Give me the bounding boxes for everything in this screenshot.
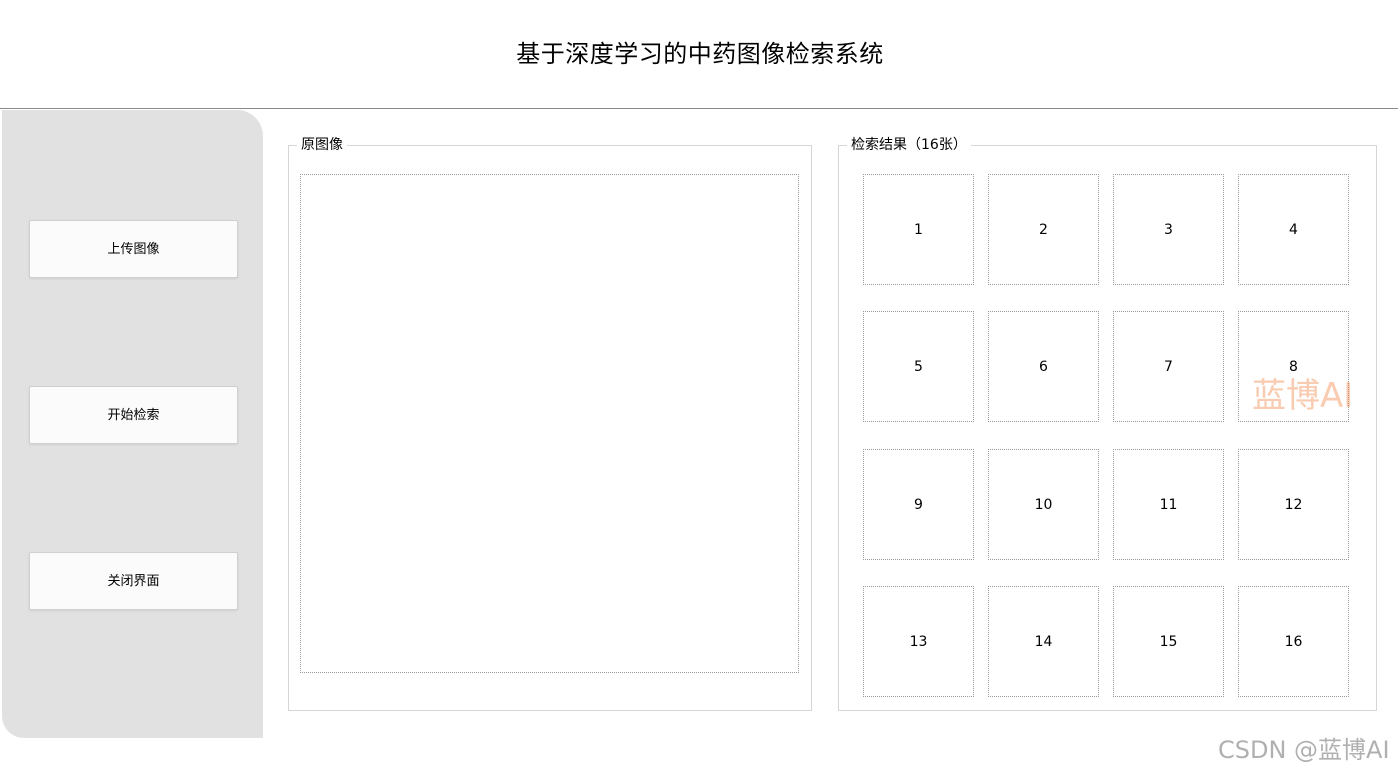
result-thumbnail-15[interactable]: 15 (1113, 586, 1224, 697)
result-thumbnail-10[interactable]: 10 (988, 449, 1099, 560)
result-thumbnail-8[interactable]: 8 (1238, 311, 1349, 422)
original-image-display (300, 174, 799, 673)
result-thumbnail-4[interactable]: 4 (1238, 174, 1349, 285)
sidebar: 上传图像 开始检索 关闭界面 (2, 110, 263, 738)
result-thumbnail-6[interactable]: 6 (988, 311, 1099, 422)
close-window-button[interactable]: 关闭界面 (29, 552, 238, 610)
result-thumbnail-3[interactable]: 3 (1113, 174, 1224, 285)
result-thumbnail-12[interactable]: 12 (1238, 449, 1349, 560)
result-thumbnail-9[interactable]: 9 (863, 449, 974, 560)
upload-image-button[interactable]: 上传图像 (29, 220, 238, 278)
result-thumbnail-2[interactable]: 2 (988, 174, 1099, 285)
result-thumbnail-13[interactable]: 13 (863, 586, 974, 697)
start-search-button[interactable]: 开始检索 (29, 386, 238, 444)
result-thumbnail-11[interactable]: 11 (1113, 449, 1224, 560)
result-thumbnail-7[interactable]: 7 (1113, 311, 1224, 422)
watermark-corner: CSDN @蓝博AI (1218, 736, 1390, 764)
original-image-label: 原图像 (297, 136, 347, 154)
title-divider (0, 108, 1398, 109)
result-thumbnail-5[interactable]: 5 (863, 311, 974, 422)
result-thumbnail-14[interactable]: 14 (988, 586, 1099, 697)
search-results-label: 检索结果（16张） (847, 136, 971, 154)
result-thumbnail-16[interactable]: 16 (1238, 586, 1349, 697)
title-bar: 基于深度学习的中药图像检索系统 (0, 0, 1400, 108)
page-title: 基于深度学习的中药图像检索系统 (516, 40, 884, 68)
result-thumbnail-1[interactable]: 1 (863, 174, 974, 285)
